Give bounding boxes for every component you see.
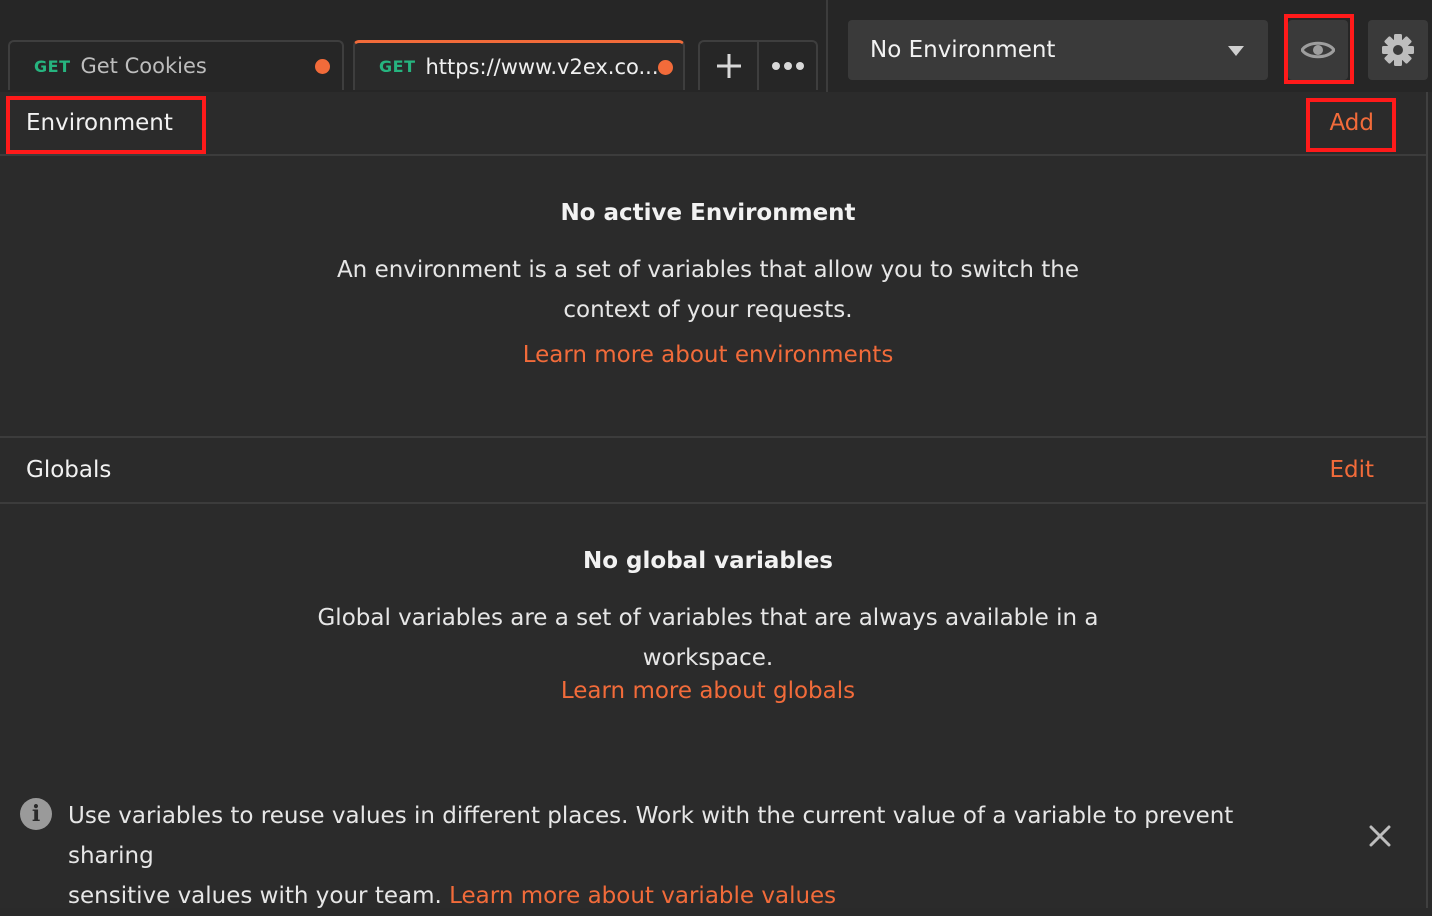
- learn-more-globals-link[interactable]: Learn more about globals: [0, 678, 1416, 704]
- environment-panel: Environment Add No active Environment An…: [0, 92, 1428, 908]
- request-tab-get-cookies[interactable]: GET Get Cookies: [8, 40, 344, 90]
- gear-icon: [1382, 34, 1414, 66]
- top-bar: GET Get Cookies GET https://www.v2ex.co.…: [0, 0, 1432, 92]
- close-banner-button[interactable]: [1366, 822, 1394, 850]
- ellipsis-icon: [771, 62, 804, 70]
- close-icon: [1369, 825, 1391, 847]
- info-text-segment: sensitive values with your team.: [68, 883, 442, 909]
- tab-name: https://www.v2ex.co...: [425, 54, 659, 79]
- empty-heading: No global variables: [583, 548, 833, 574]
- tab-method: GET: [379, 57, 416, 76]
- environment-dropdown[interactable]: No Environment: [848, 20, 1268, 80]
- tab-name: Get Cookies: [80, 54, 207, 78]
- info-text-line: Use variables to reuse values in differe…: [68, 803, 1234, 869]
- settings-button[interactable]: [1368, 20, 1428, 80]
- globals-section-header: Globals Edit: [0, 438, 1426, 502]
- environment-section-header: Environment Add: [0, 92, 1426, 154]
- info-icon: i: [20, 798, 52, 830]
- info-text-line-2: sensitive values with your team. Learn m…: [68, 876, 1308, 916]
- empty-description-line: context of your requests.: [563, 297, 853, 323]
- more-tabs-button[interactable]: [757, 42, 816, 90]
- learn-more-variable-values-link[interactable]: Learn more about variable values: [449, 883, 836, 909]
- info-text: Use variables to reuse values in differe…: [68, 796, 1308, 916]
- environment-quick-look-button[interactable]: [1288, 20, 1348, 80]
- tab-actions: [698, 40, 818, 90]
- info-banner: i Use variables to reuse values in diffe…: [0, 790, 1426, 909]
- edit-globals-link[interactable]: Edit: [1329, 457, 1374, 483]
- empty-description-line: Global variables are a set of variables …: [317, 605, 1099, 631]
- environment-empty-state: No active Environment An environment is …: [0, 200, 1416, 368]
- environment-selected: No Environment: [870, 37, 1056, 63]
- plus-icon: [716, 54, 741, 78]
- add-environment-link[interactable]: Add: [1329, 110, 1374, 136]
- toolbar-divider: [826, 0, 828, 92]
- divider: [0, 154, 1426, 156]
- empty-description-line: An environment is a set of variables tha…: [336, 257, 1080, 283]
- divider: [0, 502, 1426, 504]
- new-tab-button[interactable]: [700, 42, 757, 90]
- tab-method: GET: [34, 56, 71, 76]
- empty-description: Global variables are a set of variables …: [0, 598, 1416, 678]
- empty-description: An environment is a set of variables tha…: [0, 250, 1416, 330]
- environment-section-title: Environment: [26, 110, 173, 136]
- chevron-down-icon: [1228, 46, 1244, 56]
- unsaved-dot-icon: [315, 59, 330, 74]
- request-tab-v2ex[interactable]: GET https://www.v2ex.co...: [353, 40, 685, 90]
- globals-empty-state: No global variables Global variables are…: [0, 548, 1416, 704]
- empty-heading: No active Environment: [560, 200, 856, 226]
- eye-icon: [1301, 41, 1335, 59]
- empty-description-line: workspace.: [642, 645, 774, 671]
- learn-more-environments-link[interactable]: Learn more about environments: [0, 342, 1416, 368]
- unsaved-dot-icon: [658, 59, 673, 75]
- globals-section-title: Globals: [26, 457, 112, 483]
